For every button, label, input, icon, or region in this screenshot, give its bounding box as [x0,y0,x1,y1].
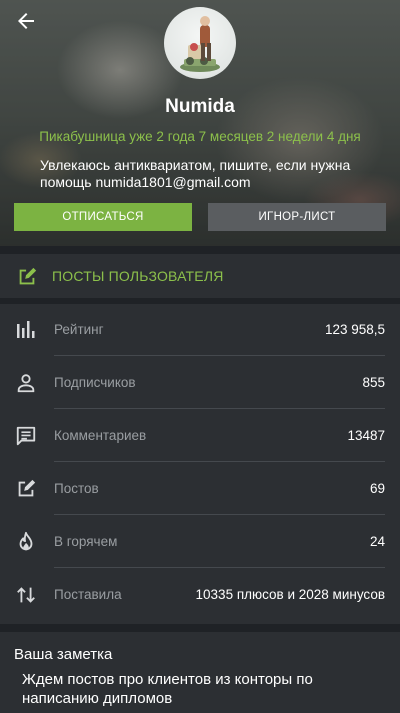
divider [54,355,385,356]
stat-posts: Постов 69 [0,463,400,515]
comment-icon [15,425,37,447]
swap-vertical-icon [15,584,37,606]
stat-value: 10335 плюсов и 2028 минусов [195,587,385,602]
stat-label: Поставила [54,587,122,602]
ignore-list-button[interactable]: ИГНОР-ЛИСТ [208,203,386,231]
account-age: Пикабушница уже 2 года 7 месяцев 2 недел… [39,129,361,144]
fire-icon [15,531,37,553]
stat-votes: Поставила 10335 плюсов и 2028 минусов [0,569,400,621]
stat-subscribers: Подписчиков 855 [0,357,400,409]
user-posts-label: ПОСТЫ ПОЛЬЗОВАТЕЛЯ [52,268,224,284]
stat-value: 69 [369,481,385,496]
stat-label: Подписчиков [54,375,136,390]
stat-label: Постов [54,481,99,496]
rating-bars-icon [15,319,37,341]
username: Numida [165,96,235,117]
stat-value: 123 958,5 [324,322,385,337]
note-text: Ждем постов про клиентов из конторы по н… [22,671,313,707]
stat-value: 13487 [347,428,385,443]
edit-icon [15,478,37,500]
user-posts-link[interactable]: ПОСТЫ ПОЛЬЗОВАТЕЛЯ [0,254,400,298]
stat-comments: Комментариев 13487 [0,410,400,462]
avatar-image [180,16,220,72]
back-button[interactable] [14,9,38,33]
about-text: Увлекаюсь антиквариатом, пишите, если ну… [40,157,351,190]
stat-label: В горячем [54,534,118,549]
back-arrow-icon [18,13,34,29]
stats-list: Рейтинг 123 958,5 Подписчиков 855 Коммен… [0,304,400,624]
stat-rating: Рейтинг 123 958,5 [0,304,400,356]
user-note[interactable]: Ваша заметка Ждем постов про клиентов из… [0,632,400,713]
divider [54,567,385,568]
stat-label: Рейтинг [54,322,104,337]
person-icon [15,372,37,394]
stat-label: Комментариев [54,428,147,443]
divider [54,461,385,462]
stat-value: 855 [362,375,385,390]
unsubscribe-button[interactable]: ОТПИСАТЬСЯ [14,203,192,231]
edit-icon [16,266,38,288]
divider [54,408,385,409]
stat-hot: В горячем 24 [0,516,400,568]
divider [54,514,385,515]
avatar[interactable] [164,7,236,79]
stat-value: 24 [369,534,385,549]
profile-header: Numida Пикабушница уже 2 года 7 месяцев … [0,0,400,246]
note-title: Ваша заметка [14,646,113,663]
